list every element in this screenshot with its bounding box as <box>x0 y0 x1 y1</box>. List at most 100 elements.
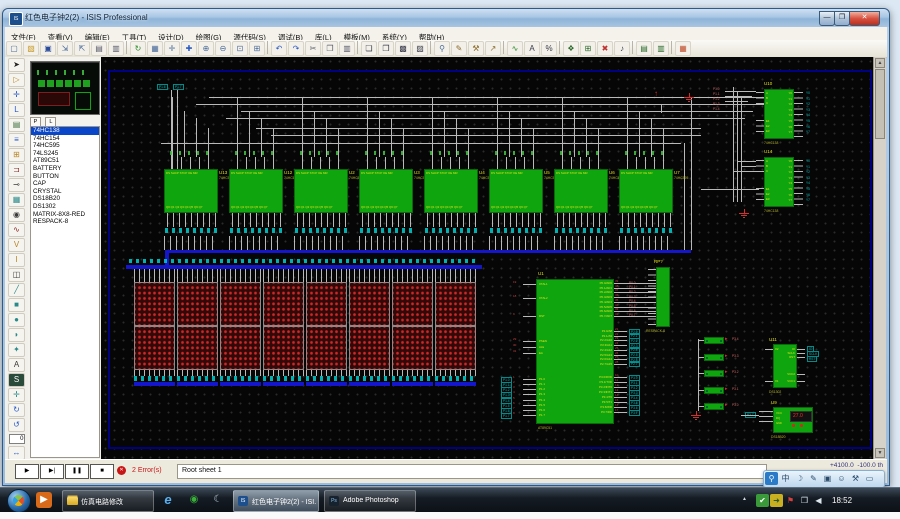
pause-button[interactable]: ❚❚ <box>65 464 89 479</box>
component-mode-icon[interactable]: ▷ <box>8 73 25 87</box>
start-button[interactable] <box>7 489 31 513</box>
rotation-angle-input[interactable]: 0 <box>9 434 25 444</box>
ie-browser-icon[interactable]: e <box>160 492 176 508</box>
security-shield-icon[interactable]: ✔ <box>756 494 769 507</box>
network-icon[interactable]: ❒ <box>798 494 811 507</box>
device-item-DS1302[interactable]: DS1302 <box>31 203 99 211</box>
device-item-AT89C51[interactable]: AT89C51 <box>31 157 99 165</box>
led-matrix-module[interactable] <box>177 282 218 326</box>
new-file-icon[interactable]: ▢ <box>6 41 22 56</box>
block-copy-icon[interactable]: ❏ <box>361 41 377 56</box>
led-matrix-module[interactable] <box>349 326 390 370</box>
push-button[interactable] <box>704 387 724 394</box>
taskbar-task-ps[interactable]: PsAdobe Photoshop <box>324 490 416 512</box>
push-button[interactable] <box>704 354 724 361</box>
led-matrix-module[interactable] <box>134 326 175 370</box>
goto-sheet-icon[interactable]: ♪ <box>614 41 630 56</box>
property-assignment-icon[interactable]: % <box>541 41 557 56</box>
rotate-clockwise-icon[interactable]: ↻ <box>8 403 25 417</box>
virtual-instruments-mode-icon[interactable]: ◫ <box>8 268 25 282</box>
cut-icon[interactable]: ✂ <box>305 41 321 56</box>
led-matrix-module[interactable] <box>263 326 304 370</box>
device-item-BUTTON[interactable]: BUTTON <box>31 173 99 181</box>
led-matrix-module[interactable] <box>134 282 175 326</box>
error-icon[interactable]: ✕ <box>117 466 126 475</box>
schematic-canvas[interactable]: P1.6P1.7↑DS SHCP STCP OE MRQ0 Q1 Q2 Q3 Q… <box>101 57 873 459</box>
ime-tools-icon[interactable]: ⚒ <box>849 472 862 485</box>
voltage-probe-mode-icon[interactable]: V <box>8 238 25 252</box>
2d-box-mode-icon[interactable]: ■ <box>8 298 25 312</box>
subcircuit-mode-icon[interactable]: ⊞ <box>8 148 25 162</box>
bill-of-materials-icon[interactable]: ▤ <box>636 41 652 56</box>
zoom-out-icon[interactable]: ⊖ <box>215 41 231 56</box>
close-button[interactable]: ✕ <box>849 11 880 26</box>
led-matrix-module[interactable] <box>177 326 218 370</box>
push-button[interactable] <box>704 337 724 344</box>
play-button[interactable]: ▶ <box>15 464 39 479</box>
ime-keyboard-icon[interactable]: ▭ <box>863 472 876 485</box>
led-matrix-module[interactable] <box>306 282 347 326</box>
2d-text-mode-icon[interactable]: A <box>8 358 25 372</box>
push-button[interactable] <box>704 403 724 410</box>
taskbar-clock[interactable]: 18:52 <box>832 496 852 505</box>
device-item-74HC595[interactable]: 74HC595 <box>31 142 99 150</box>
device-item-CRYSTAL[interactable]: CRYSTAL <box>31 188 99 196</box>
tape-recorder-mode-icon[interactable]: ◉ <box>8 208 25 222</box>
pan-cursor-icon[interactable]: ✚ <box>181 41 197 56</box>
redo-icon[interactable]: ↷ <box>288 41 304 56</box>
2d-circle-mode-icon[interactable]: ● <box>8 313 25 327</box>
copy-icon[interactable]: ❐ <box>322 41 338 56</box>
led-matrix-module[interactable] <box>349 282 390 326</box>
wire-label-mode-icon[interactable]: L <box>8 103 25 117</box>
packaging-tool-icon[interactable]: ⚒ <box>468 41 484 56</box>
2d-marker-mode-icon[interactable]: ✛ <box>8 388 25 402</box>
taskbar-task-isis[interactable]: IS红色电子钟2(2) - ISI... <box>233 490 319 512</box>
paste-icon[interactable]: ▥ <box>339 41 355 56</box>
text-script-mode-icon[interactable]: ▤ <box>8 118 25 132</box>
block-rotate-icon[interactable]: ▩ <box>395 41 411 56</box>
selection-mode-icon[interactable]: ➤ <box>8 58 25 72</box>
zoom-area-icon[interactable]: ⊞ <box>249 41 265 56</box>
block-delete-icon[interactable]: ▨ <box>412 41 428 56</box>
media-player-icon[interactable]: ▶ <box>36 492 52 508</box>
device-item-CAP[interactable]: CAP <box>31 180 99 188</box>
print-icon[interactable]: ▤ <box>91 41 107 56</box>
mark-print-area-icon[interactable]: ▥ <box>108 41 124 56</box>
device-item-MATRIX-8X8-RED[interactable]: MATRIX-8X8-RED <box>31 211 99 219</box>
current-probe-mode-icon[interactable]: I <box>8 253 25 267</box>
taskbar-task-folder[interactable]: 仿真电路修改 <box>62 490 154 512</box>
origin-icon[interactable]: ✛ <box>164 41 180 56</box>
led-matrix-module[interactable] <box>392 326 433 370</box>
netlist-to-ares-icon[interactable]: ▦ <box>675 41 691 56</box>
led-matrix-module[interactable] <box>392 282 433 326</box>
device-pin-mode-icon[interactable]: ⊸ <box>8 178 25 192</box>
ime-pen-icon[interactable]: ✎ <box>807 472 820 485</box>
generator-mode-icon[interactable]: ∿ <box>8 223 25 237</box>
decompose-icon[interactable]: ↗ <box>485 41 501 56</box>
refresh-icon[interactable]: ↻ <box>130 41 146 56</box>
device-item-74HC138[interactable]: 74HC138 <box>31 127 99 135</box>
ime-image-icon[interactable]: ▣ <box>821 472 834 485</box>
device-item-74HC154[interactable]: 74HC154 <box>31 135 99 143</box>
ime-chinese-mode-icon[interactable]: 中 <box>779 472 792 485</box>
action-center-flag-icon[interactable]: ⚑ <box>784 494 797 507</box>
device-item-BATTERY[interactable]: BATTERY <box>31 165 99 173</box>
led-matrix-module[interactable] <box>263 282 304 326</box>
mirror-horizontal-icon[interactable]: ↔ <box>8 446 25 460</box>
import-file-icon[interactable]: ⇲ <box>57 41 73 56</box>
electrical-rule-check-icon[interactable]: ▥ <box>653 41 669 56</box>
led-matrix-module[interactable] <box>306 326 347 370</box>
minimize-button[interactable]: — <box>819 11 835 26</box>
design-explorer-icon[interactable]: ❖ <box>563 41 579 56</box>
toggle-grid-icon[interactable]: ▦ <box>147 41 163 56</box>
scroll-up-icon[interactable]: ▲ <box>875 58 885 68</box>
remove-sheet-icon[interactable]: ✖ <box>597 41 613 56</box>
respack[interactable] <box>656 267 670 327</box>
device-item-74LS245[interactable]: 74LS245 <box>31 150 99 158</box>
ime-language-bar[interactable]: ⚲中☽✎▣☺⚒▭ <box>763 470 885 488</box>
stop-button[interactable]: ■ <box>90 464 114 479</box>
led-matrix-module[interactable] <box>220 282 261 326</box>
led-matrix-module[interactable] <box>435 326 476 370</box>
volume-icon[interactable]: ◀ <box>812 494 825 507</box>
error-count[interactable]: 2 Error(s) <box>132 467 162 474</box>
